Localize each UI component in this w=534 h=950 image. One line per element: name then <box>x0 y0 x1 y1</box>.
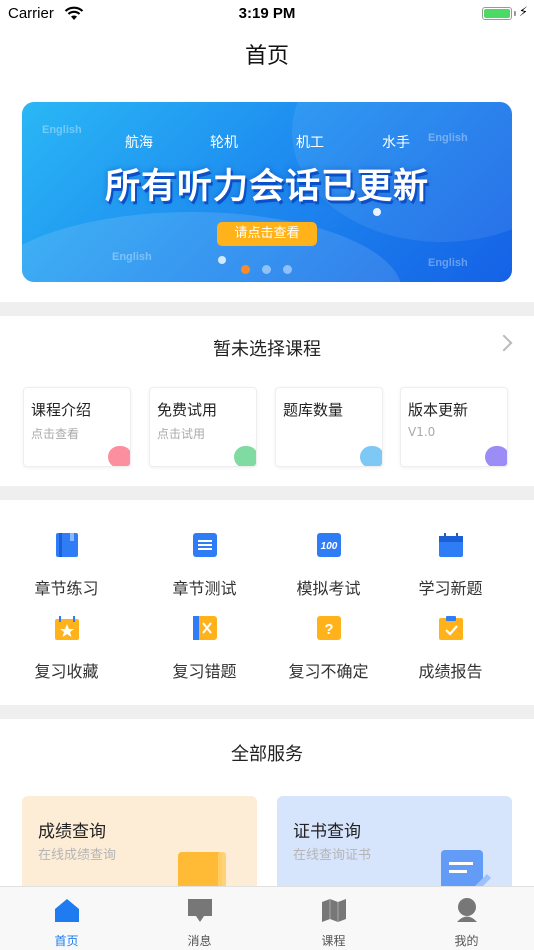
pager-dot[interactable] <box>283 265 292 274</box>
course-card-intro[interactable]: 课程介绍 点击查看 <box>23 387 131 467</box>
course-card-title: 题库数量 <box>283 401 344 419</box>
battery-icon <box>482 7 512 20</box>
calendar-icon <box>439 533 463 557</box>
tab-bar: 首页 消息 课程 我的 <box>0 886 534 950</box>
course-selector[interactable]: 暂未选择课程 <box>0 330 534 366</box>
service-title: 成绩查询 <box>38 822 106 842</box>
banner-english-watermark: English <box>428 257 468 269</box>
map-icon <box>322 899 346 922</box>
banner-category: 机工 <box>296 135 324 151</box>
banner-english-watermark: English <box>42 124 82 136</box>
card-decoration <box>485 446 507 466</box>
status-bar: Carrier 3:19 PM ⚡ <box>0 0 534 28</box>
banner-category: 水手 <box>382 135 410 151</box>
banner-english-watermark: English <box>428 132 468 144</box>
message-icon <box>188 899 212 922</box>
feature-label: 复习错题 <box>172 662 237 681</box>
question-icon: ? <box>317 616 341 640</box>
section-divider <box>0 705 534 719</box>
section-divider <box>0 486 534 500</box>
battery-tip <box>514 11 516 16</box>
service-subtitle: 在线成绩查询 <box>38 848 117 863</box>
profile-icon <box>457 898 477 922</box>
wrong-x-icon <box>193 616 217 640</box>
feature-label: 复习不确定 <box>288 662 369 681</box>
feature-label: 复习收藏 <box>34 662 99 681</box>
card-decoration <box>360 446 382 466</box>
tab-label: 消息 <box>187 934 212 948</box>
star-icon <box>55 616 79 640</box>
banner-decoration <box>22 212 402 282</box>
page-title: 首页 <box>244 44 289 69</box>
course-card-version[interactable]: 版本更新 V1.0 <box>400 387 508 467</box>
charging-icon: ⚡ <box>518 5 528 20</box>
pager-dot[interactable] <box>262 265 271 274</box>
feature-label: 成绩报告 <box>418 662 483 681</box>
tab-home[interactable]: 首页 <box>0 887 133 950</box>
services-title: 全部服务 <box>231 744 303 765</box>
status-time: 3:19 PM <box>238 5 296 22</box>
banner-english-watermark: English <box>112 251 152 263</box>
tab-label: 我的 <box>454 934 479 948</box>
tab-label: 首页 <box>54 934 79 948</box>
course-title: 暂未选择课程 <box>213 339 321 360</box>
feature-score-report[interactable]: 成绩报告 <box>384 615 517 685</box>
banner-pager[interactable] <box>241 265 292 274</box>
promo-banner[interactable]: English English English English 航海 轮机 机工… <box>22 102 512 282</box>
pager-dot[interactable] <box>241 265 250 274</box>
course-cards: 课程介绍 点击查看 免费试用 点击试用 题库数量 版本更新 V1.0 <box>23 387 511 467</box>
tab-label: 课程 <box>321 934 346 948</box>
banner-decoration <box>373 208 381 216</box>
course-card-subtitle: 点击试用 <box>157 427 206 441</box>
feature-chapter-practice[interactable]: 章节练习 <box>0 532 133 602</box>
feature-review-mistakes[interactable]: 复习错题 <box>138 615 271 685</box>
service-subtitle: 在线查询证书 <box>293 848 372 863</box>
tab-courses[interactable]: 课程 <box>267 887 400 950</box>
banner-category: 航海 <box>125 135 153 151</box>
service-title: 证书查询 <box>293 822 361 842</box>
home-icon <box>55 899 79 922</box>
banner-view-button[interactable]: 请点击查看 <box>217 222 317 246</box>
course-card-question-count[interactable]: 题库数量 <box>275 387 383 467</box>
section-divider <box>0 302 534 316</box>
score-100-icon: 100 <box>317 533 341 557</box>
feature-chapter-test[interactable]: 章节测试 <box>138 532 271 602</box>
banner-headline: 所有听力会话已更新 <box>104 167 429 207</box>
course-card-title: 版本更新 <box>408 401 469 419</box>
feature-learn-new[interactable]: 学习新题 <box>384 532 517 602</box>
course-card-subtitle: V1.0 <box>408 425 436 439</box>
feature-label: 章节测试 <box>172 579 237 598</box>
svg-text:?: ? <box>324 621 333 638</box>
feature-label: 章节练习 <box>34 579 99 598</box>
book-icon <box>56 533 78 557</box>
card-decoration <box>234 446 256 466</box>
report-check-icon <box>439 616 463 640</box>
course-card-title: 免费试用 <box>157 401 218 419</box>
feature-label: 模拟考试 <box>296 579 361 598</box>
course-card-title: 课程介绍 <box>31 401 92 419</box>
course-card-subtitle: 点击查看 <box>31 427 80 441</box>
card-decoration <box>108 446 130 466</box>
banner-category: 轮机 <box>210 135 238 151</box>
course-card-trial[interactable]: 免费试用 点击试用 <box>149 387 257 467</box>
svg-text:100: 100 <box>321 541 338 552</box>
tab-messages[interactable]: 消息 <box>133 887 266 950</box>
list-icon <box>193 533 217 557</box>
feature-review-favorites[interactable]: 复习收藏 <box>0 615 133 685</box>
feature-label: 学习新题 <box>418 579 483 598</box>
feature-mock-exam[interactable]: 100 模拟考试 <box>262 532 395 602</box>
tab-profile[interactable]: 我的 <box>400 887 533 950</box>
banner-decoration <box>218 256 226 264</box>
feature-review-uncertain[interactable]: ? 复习不确定 <box>262 615 395 685</box>
